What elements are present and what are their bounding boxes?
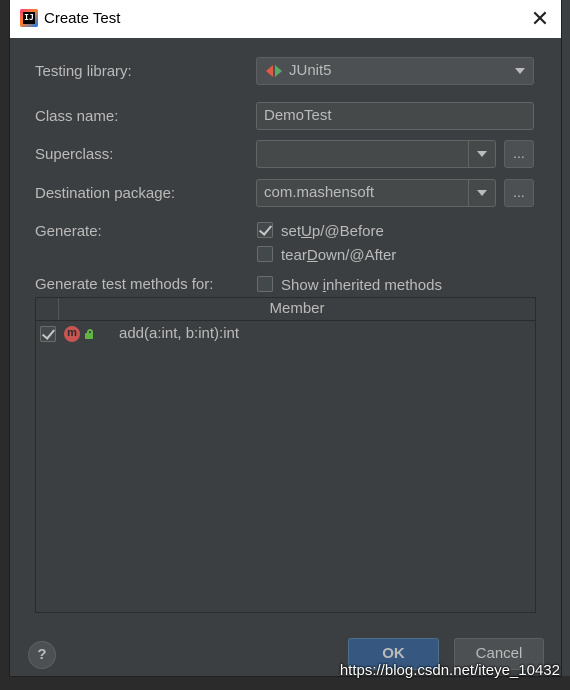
destination-package-value: com.mashensoft: [264, 184, 375, 201]
show-inherited-label[interactable]: Show inherited methods: [281, 277, 442, 294]
chevron-down-icon[interactable]: [469, 141, 495, 167]
superclass-label: Superclass:: [35, 146, 114, 163]
testing-library-label: Testing library:: [35, 63, 132, 80]
class-name-label: Class name:: [35, 108, 119, 125]
generate-label: Generate:: [35, 223, 102, 240]
setup-checkbox[interactable]: [257, 222, 273, 238]
class-name-value: DemoTest: [264, 107, 332, 124]
show-inherited-checkbox[interactable]: [257, 276, 273, 292]
junit-icon: [266, 65, 282, 77]
help-button[interactable]: ?: [28, 641, 56, 669]
background-strip: [0, 0, 9, 690]
destination-package-browse-button[interactable]: ...: [504, 179, 534, 207]
watermark-text: https://blog.csdn.net/iteye_10432: [339, 662, 560, 679]
member-row-checkbox[interactable]: [40, 326, 56, 342]
method-icon: m: [64, 326, 80, 342]
chevron-down-icon[interactable]: [469, 180, 495, 206]
public-lock-icon: [84, 329, 94, 339]
dialog-title: Create Test: [44, 10, 121, 27]
teardown-label[interactable]: tearDown/@After: [281, 247, 396, 264]
title-bar: IJ Create Test ✕: [10, 0, 561, 38]
class-name-input[interactable]: DemoTest: [256, 102, 534, 130]
testing-library-value: JUnit5: [289, 62, 332, 79]
destination-package-combo[interactable]: com.mashensoft: [256, 179, 496, 207]
superclass-browse-button[interactable]: ...: [504, 140, 534, 168]
teardown-checkbox[interactable]: [257, 246, 273, 262]
methods-for-label: Generate test methods for:: [35, 276, 214, 293]
close-icon: ✕: [530, 6, 550, 31]
select-column-header[interactable]: [36, 298, 59, 320]
chevron-down-icon: [507, 58, 533, 84]
method-signature: add(a:int, b:int):int: [119, 325, 240, 342]
create-test-dialog: IJ Create Test ✕ Testing library: JUnit5…: [9, 0, 562, 677]
table-header: Member: [36, 298, 535, 321]
destination-package-label: Destination package:: [35, 185, 176, 202]
background-right: [561, 0, 570, 690]
intellij-app-icon: IJ: [20, 9, 38, 27]
member-column-header[interactable]: Member: [59, 300, 535, 317]
table-row[interactable]: m add(a:int, b:int):int: [36, 322, 535, 346]
member-table[interactable]: Member m add(a:int, b:int):int: [35, 297, 536, 613]
testing-library-select[interactable]: JUnit5: [256, 57, 534, 85]
superclass-combo[interactable]: [256, 140, 496, 168]
setup-label[interactable]: setUp/@Before: [281, 223, 384, 240]
close-button[interactable]: ✕: [519, 0, 561, 38]
